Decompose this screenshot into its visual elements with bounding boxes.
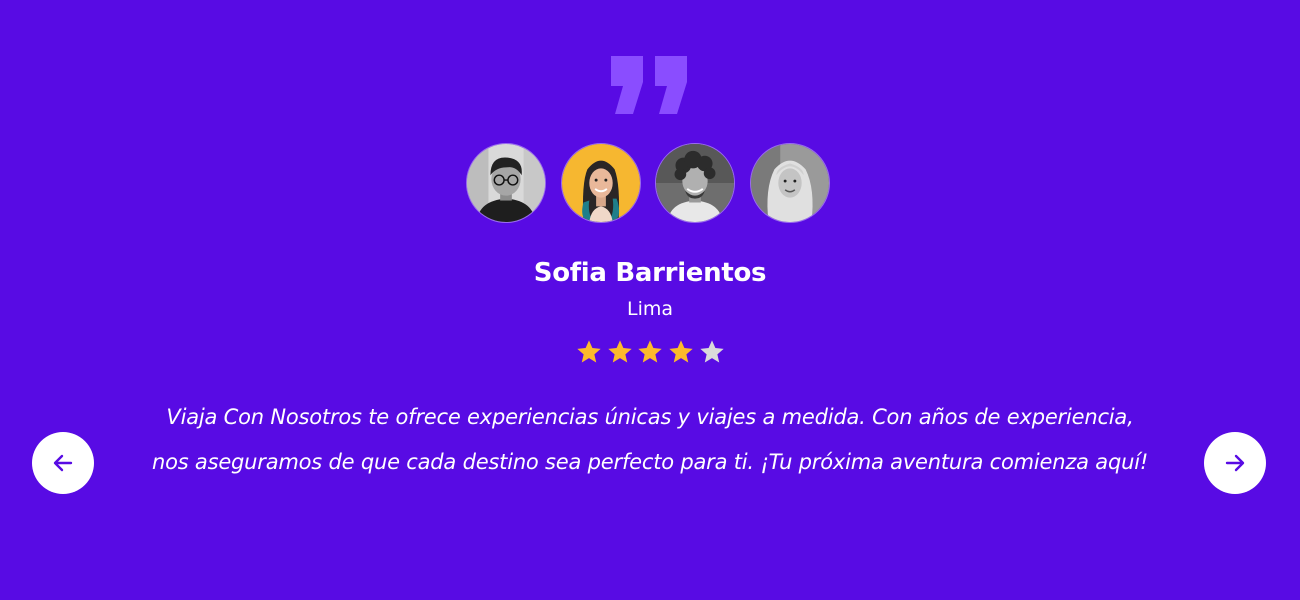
star-filled-icon	[608, 340, 632, 363]
avatar-woman-yellow[interactable]	[561, 143, 641, 223]
star-empty-icon	[700, 340, 724, 363]
avatar-woman-hijab[interactable]	[750, 143, 830, 223]
star-filled-icon	[638, 340, 662, 363]
testimonial-text: Viaja Con Nosotros te ofrece experiencia…	[151, 405, 1149, 474]
testimonial-name: Sofia Barrientos	[533, 258, 767, 288]
arrow-left-icon	[53, 454, 73, 472]
avatar-man-curly[interactable]	[655, 143, 735, 223]
rating-stars	[575, 338, 727, 366]
testimonial-location: Lima	[626, 298, 673, 320]
arrow-right-icon	[1225, 454, 1245, 472]
quote-icon	[611, 56, 687, 114]
previous-button[interactable]	[32, 432, 94, 494]
avatar-man-glasses[interactable]	[466, 143, 546, 223]
star-filled-icon	[669, 340, 693, 363]
next-button[interactable]	[1204, 432, 1266, 494]
avatar-list	[466, 143, 832, 225]
star-filled-icon	[577, 340, 601, 363]
